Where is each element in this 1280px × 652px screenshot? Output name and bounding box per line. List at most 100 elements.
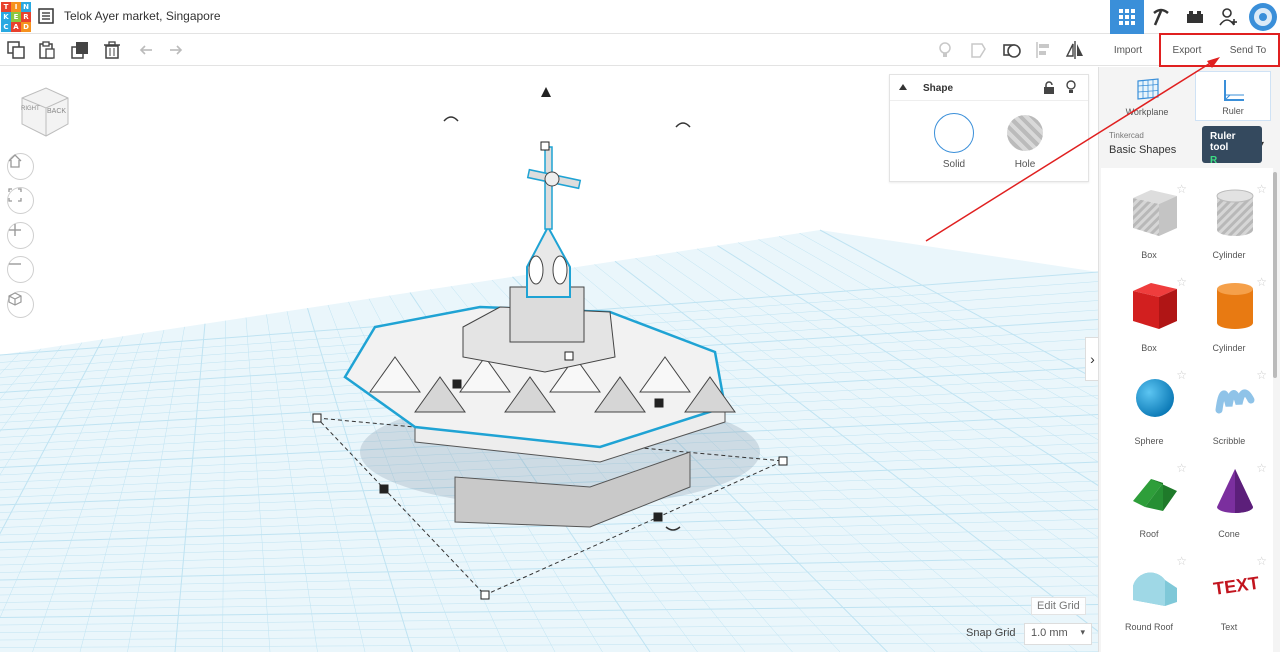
lightbulb-icon[interactable] (1065, 80, 1077, 95)
blocks-view-button[interactable] (1144, 0, 1178, 34)
selection-handle (452, 379, 462, 389)
undo-button[interactable] (136, 40, 156, 60)
shapes-scrollbar[interactable] (1273, 172, 1277, 378)
mirror-icon (1065, 41, 1083, 59)
align-button[interactable] (1034, 40, 1054, 60)
bricks-view-button[interactable] (1178, 0, 1212, 34)
import-button[interactable]: Import (1103, 37, 1153, 63)
logo-letter: R (21, 12, 31, 22)
shape-label: Text (1220, 622, 1238, 632)
favorite-star-icon[interactable]: ☆ (1176, 461, 1187, 475)
snap-grid-select[interactable]: 1.0 mm ▾ (1024, 623, 1092, 645)
workplane-tool-button[interactable]: Workplane (1109, 71, 1185, 121)
notes-button[interactable] (935, 40, 955, 60)
design-title[interactable]: Telok Ayer market, Singapore (64, 9, 221, 23)
delete-button[interactable] (102, 40, 122, 60)
shape-text[interactable]: TEXT ☆ Text (1189, 548, 1269, 638)
lift-arrow-handle (541, 87, 551, 97)
shape-label: Roof (1139, 529, 1159, 539)
minus-icon (9, 263, 21, 265)
undo-icon (139, 45, 152, 55)
zoom-in-button[interactable] (7, 222, 34, 249)
favorite-star-icon[interactable]: ☆ (1256, 275, 1267, 289)
box-icon (1133, 283, 1177, 329)
library-provider-label: Tinkercad (1109, 131, 1144, 140)
favorite-star-icon[interactable]: ☆ (1256, 554, 1267, 568)
export-button[interactable]: Export (1162, 37, 1212, 63)
design-list-icon[interactable] (38, 8, 54, 24)
shape-label: Box (1141, 343, 1157, 353)
logo-letter: E (11, 12, 21, 22)
group-button[interactable] (1002, 40, 1022, 60)
add-user-icon (1219, 8, 1237, 26)
ruler-tooltip: Ruler tool R (1202, 126, 1262, 166)
model-window (552, 255, 568, 285)
collapse-panel-button[interactable]: › (1085, 337, 1098, 381)
shape-label: Cylinder (1212, 250, 1246, 260)
shape-round-roof[interactable]: ☆ Round Roof (1109, 548, 1189, 638)
favorite-star-icon[interactable]: ☆ (1176, 182, 1187, 196)
paste-button[interactable] (37, 40, 57, 60)
shape-label: Round Roof (1124, 622, 1174, 632)
invite-user-button[interactable] (1212, 0, 1246, 34)
cylinder-icon (1217, 283, 1253, 329)
fit-view-button[interactable] (7, 187, 34, 214)
zoom-out-button[interactable] (7, 256, 34, 283)
favorite-star-icon[interactable]: ☆ (1176, 368, 1187, 382)
shape-cone[interactable]: ☆ Cone (1189, 455, 1269, 545)
shape-sphere[interactable]: ☆ Sphere (1109, 362, 1189, 452)
mirror-button[interactable] (1065, 40, 1085, 60)
perspective-button[interactable] (7, 291, 34, 318)
hole-option[interactable] (1007, 115, 1043, 151)
tinkercad-logo[interactable]: T I N K E R C A D (1, 2, 31, 32)
redo-button[interactable] (166, 40, 186, 60)
rotate-handle (675, 122, 691, 128)
view-cube[interactable]: RIGHT BACK (16, 84, 72, 140)
model-cross-hub (544, 171, 560, 187)
selection-handle (480, 590, 490, 600)
shape-box-hole[interactable]: ☆ Box (1109, 176, 1189, 266)
scribble-icon (1215, 389, 1255, 414)
duplicate-button[interactable] (70, 40, 90, 60)
redo-icon (170, 45, 183, 55)
cube-icon (8, 292, 22, 306)
shape-box[interactable]: ☆ Box (1109, 269, 1189, 359)
shape-label: Sphere (1134, 436, 1164, 446)
favorite-star-icon[interactable]: ☆ (1256, 461, 1267, 475)
shape-roof[interactable]: ☆ Roof (1109, 455, 1189, 545)
shape-library-select[interactable]: Basic Shapes (1109, 144, 1176, 156)
selection-handle (564, 351, 574, 361)
chevron-down-icon: ▾ (1080, 627, 1085, 637)
shape-scribble[interactable]: ☆ Scribble (1189, 362, 1269, 452)
hole-label: Hole (1014, 159, 1036, 170)
lock-icon[interactable] (1043, 81, 1055, 95)
workplane-label: Workplane (1125, 107, 1169, 117)
workplane-icon (1137, 78, 1159, 100)
copy-button[interactable] (6, 40, 26, 60)
note-shape-button[interactable] (968, 40, 988, 60)
cylinder-hole-icon (1216, 189, 1254, 236)
duplicate-icon (71, 42, 88, 59)
shape-cylinder-hole[interactable]: ☆ Cylinder (1189, 176, 1269, 266)
round-roof-icon (1133, 572, 1177, 606)
shape-panel-title: Shape (923, 83, 954, 94)
workplane[interactable]: RIGHT BACK Shape Solid Hole Edit Grid Sn… (0, 67, 1098, 652)
model-window (528, 255, 544, 285)
favorite-star-icon[interactable]: ☆ (1256, 368, 1267, 382)
edit-grid-button[interactable]: Edit Grid (1031, 597, 1086, 615)
solid-option[interactable] (934, 113, 974, 153)
favorite-star-icon[interactable]: ☆ (1256, 182, 1267, 196)
ruler-tool-button[interactable]: Ruler (1195, 71, 1271, 121)
shape-cylinder[interactable]: ☆ Cylinder (1189, 269, 1269, 359)
home-view-button[interactable] (7, 153, 34, 180)
send-to-button[interactable]: Send To (1220, 37, 1276, 63)
3d-design-view-button[interactable] (1110, 0, 1144, 34)
user-avatar[interactable] (1246, 0, 1280, 34)
shape-label: Box (1141, 250, 1157, 260)
selection-handle (540, 141, 550, 151)
favorite-star-icon[interactable]: ☆ (1176, 554, 1187, 568)
favorite-star-icon[interactable]: ☆ (1176, 275, 1187, 289)
collapse-triangle-icon[interactable] (898, 83, 908, 91)
logo-letter: K (1, 12, 11, 22)
snap-grid-label: Snap Grid (966, 627, 1016, 639)
